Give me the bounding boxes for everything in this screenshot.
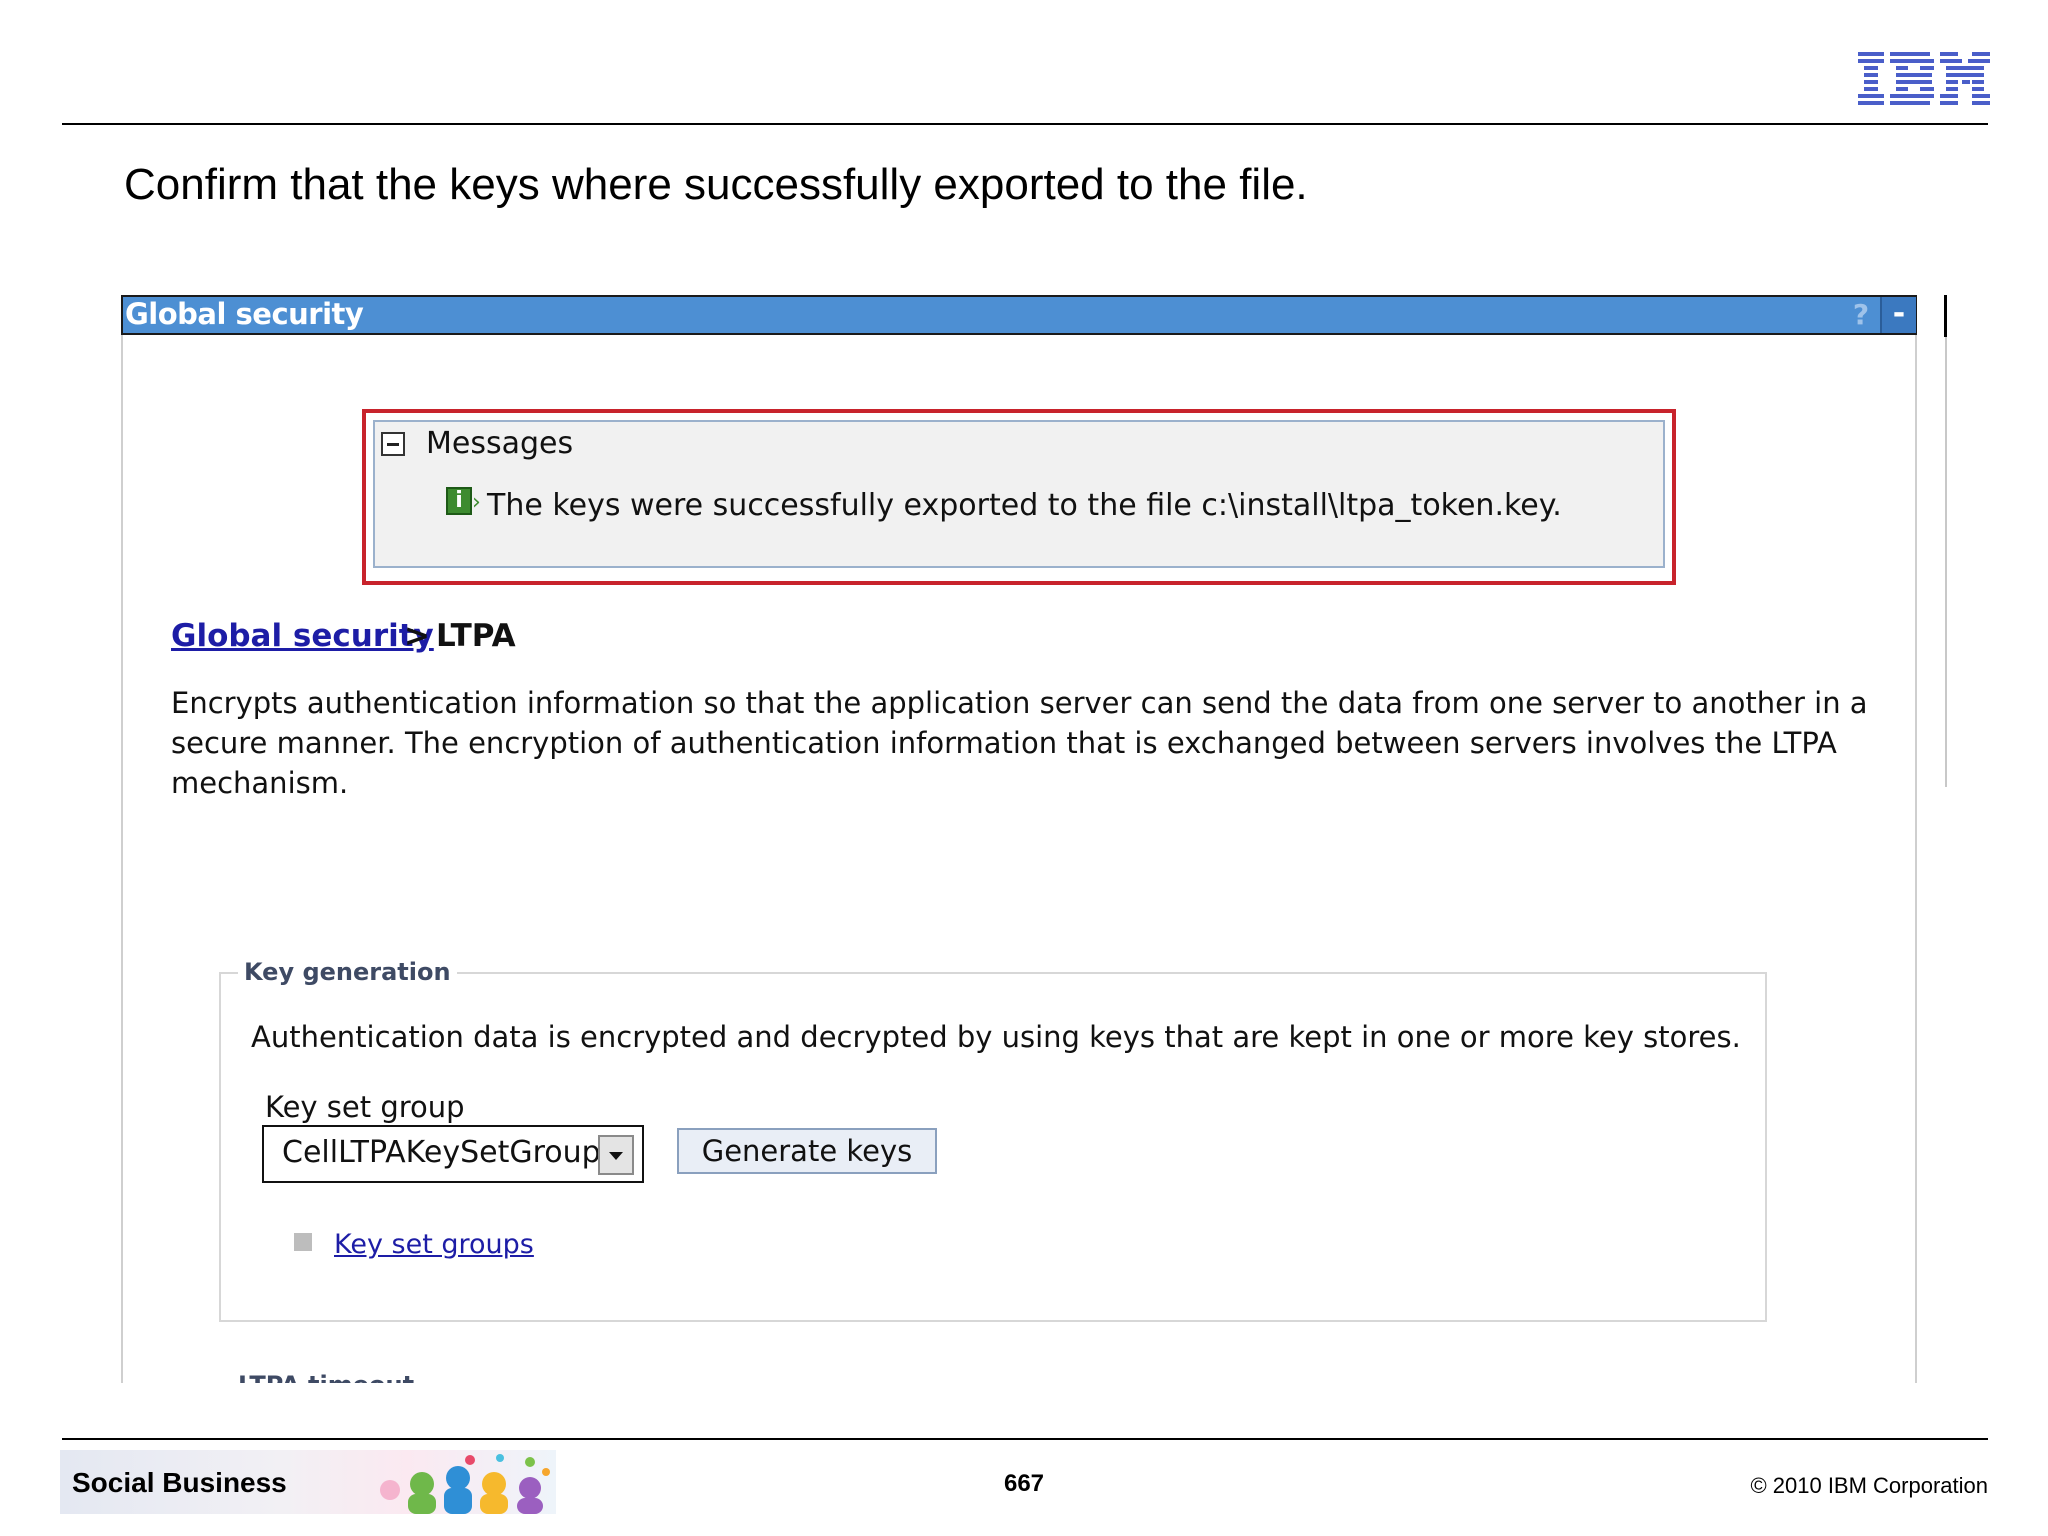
info-icon: i	[446, 487, 472, 515]
ltpa-timeout-section: LTPA timeout	[238, 1373, 438, 1383]
copyright: © 2010 IBM Corporation	[1750, 1473, 1988, 1498]
chevron-down-icon	[609, 1152, 623, 1160]
messages-title: Messages	[426, 426, 574, 461]
footer-divider	[62, 1438, 1988, 1440]
generate-keys-button[interactable]: Generate keys	[677, 1128, 937, 1174]
key-generation-legend: Key generation	[238, 958, 457, 986]
breadcrumb-link-global-security[interactable]: Global security	[171, 618, 434, 654]
minimize-button[interactable]: -	[1880, 297, 1916, 333]
page-description-line: secure manner. The encryption of authent…	[171, 726, 1837, 760]
ltpa-timeout-legend: LTPA timeout	[238, 1373, 414, 1383]
page-description-line: Encrypts authentication information so t…	[171, 686, 1868, 720]
breadcrumb-current: LTPA	[436, 618, 516, 654]
scrollbar-track[interactable]	[1945, 337, 1947, 787]
slide-title: Confirm that the keys where successfully…	[124, 160, 1308, 209]
scrollbar-thumb[interactable]	[1944, 295, 1947, 337]
bullet-icon	[294, 1233, 312, 1251]
page-description-line: mechanism.	[171, 766, 349, 800]
footer-brand: Social Business	[72, 1467, 287, 1498]
key-set-group-value[interactable]: CellLTPAKeySetGroup	[282, 1135, 601, 1170]
success-message: The keys were successfully exported to t…	[487, 488, 1562, 523]
key-set-groups-link[interactable]: Key set groups	[334, 1229, 534, 1260]
collapse-icon[interactable]	[381, 432, 405, 456]
panel-title-bar	[121, 295, 1917, 335]
breadcrumb-separator: >	[404, 618, 430, 654]
header-divider	[62, 123, 1988, 125]
ibm-logo	[1858, 52, 1990, 105]
help-icon[interactable]: ?	[1848, 299, 1874, 331]
panel-title: Global security	[125, 297, 364, 331]
key-generation-description: Authentication data is encrypted and dec…	[251, 1020, 1741, 1054]
panel-border-right	[1915, 335, 1917, 1383]
info-pointer-icon: ›	[472, 490, 481, 515]
key-set-group-label: Key set group	[265, 1090, 465, 1124]
panel-border-left	[121, 335, 123, 1383]
page-number: 667	[1003, 1470, 1045, 1497]
